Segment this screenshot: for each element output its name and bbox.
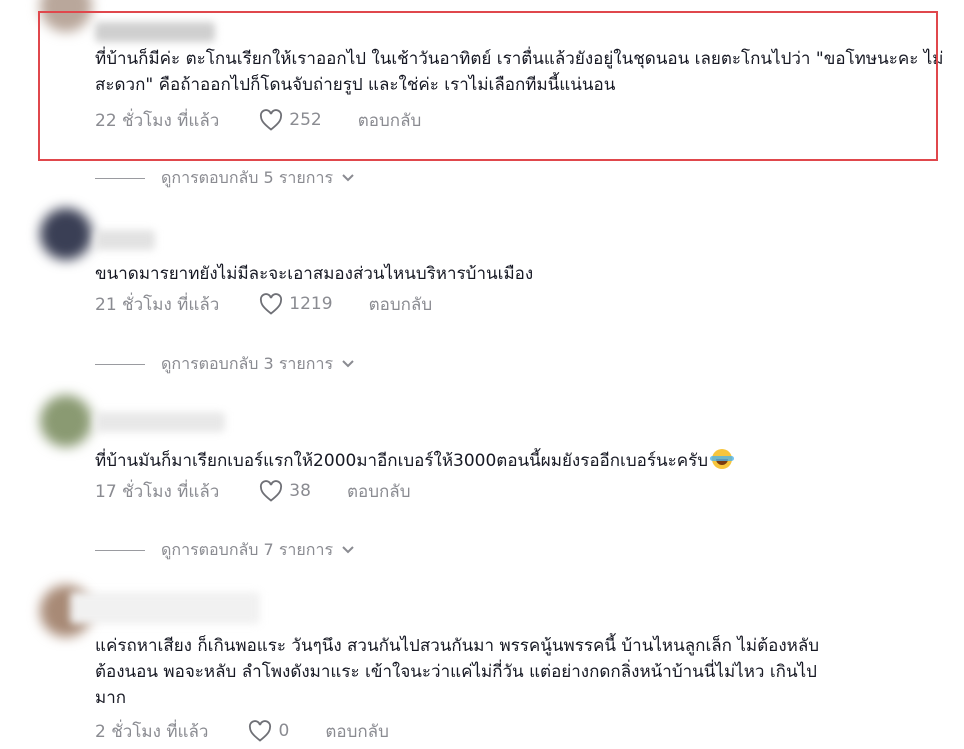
heart-outline-icon [249,720,272,742]
comment-time: 2 ชั่วโมง ที่แล้ว [95,721,209,742]
heart-outline-icon [260,109,283,131]
heart-outline-icon [260,480,283,502]
username-blurred[interactable] [95,230,155,250]
view-replies-label: ดูการตอบกลับ 5 รายการ [161,167,334,187]
heart-outline-icon [260,293,283,315]
comment-meta: 22 ชั่วโมง ที่แล้ว 252 ตอบกลับ [95,106,421,134]
like-count: 0 [278,721,290,741]
chevron-down-icon [342,546,354,554]
reply-button[interactable]: ตอบกลับ [347,478,411,505]
view-replies-label: ดูการตอบกลับ 3 รายการ [161,353,334,373]
reply-button[interactable]: ตอบกลับ [369,291,433,318]
chevron-down-icon [342,174,354,182]
avatar[interactable] [40,208,92,260]
like-button[interactable]: 252 [259,109,322,131]
like-count: 1219 [289,294,333,314]
like-count: 252 [289,110,322,130]
comment-time: 17 ชั่วโมง ที่แล้ว [95,481,220,502]
view-replies-button[interactable]: ดูการตอบกลับ 3 รายการ [95,352,355,376]
divider-line [95,549,145,551]
comment-meta: 2 ชั่วโมง ที่แล้ว 0 ตอบกลับ [95,717,389,745]
comment-text: ขนาดมารยาทยังไม่มีละจะเอาสมองส่วนไหนบริห… [95,264,534,284]
username-blurred[interactable] [95,22,215,42]
view-replies-label: ดูการตอบกลับ 7 รายการ [161,539,334,559]
comment-meta: 21 ชั่วโมง ที่แล้ว 1219 ตอบกลับ [95,290,432,318]
divider-line [95,177,145,179]
username-blurred[interactable] [95,412,225,432]
comment-text: ที่บ้านมันก็มาเรียกเบอร์แรกให้2000มาอีกเ… [95,448,945,474]
like-button[interactable]: 0 [248,720,289,742]
like-button[interactable]: 1219 [259,293,333,315]
reply-button[interactable]: ตอบกลับ [358,107,422,134]
like-button[interactable]: 38 [259,480,311,502]
comment-text: ที่บ้านก็มีค่ะ ตะโกนเรียกให้เราออกไป ในเ… [95,49,944,95]
reply-button[interactable]: ตอบกลับ [325,718,389,745]
comment-time: 21 ชั่วโมง ที่แล้ว [95,294,220,315]
comment-meta: 17 ชั่วโมง ที่แล้ว 38 ตอบกลับ [95,477,410,505]
view-replies-button[interactable]: ดูการตอบกลับ 7 รายการ [95,538,355,562]
comment-text-body: ที่บ้านมันก็มาเรียกเบอร์แรกให้2000มาอีกเ… [95,451,709,471]
avatar[interactable] [40,395,92,447]
chevron-down-icon [342,360,354,368]
divider-line [95,363,145,365]
comment-text: แค่รถหาเสียง ก็เกินพอแระ วันๆนึง สวนกันไ… [95,636,820,708]
username-blurred[interactable] [70,592,260,624]
avatar[interactable] [40,0,92,32]
laughing-tears-emoji [710,449,735,469]
comment-time: 22 ชั่วโมง ที่แล้ว [95,110,220,131]
view-replies-button[interactable]: ดูการตอบกลับ 5 รายการ [95,166,355,190]
like-count: 38 [289,481,311,501]
